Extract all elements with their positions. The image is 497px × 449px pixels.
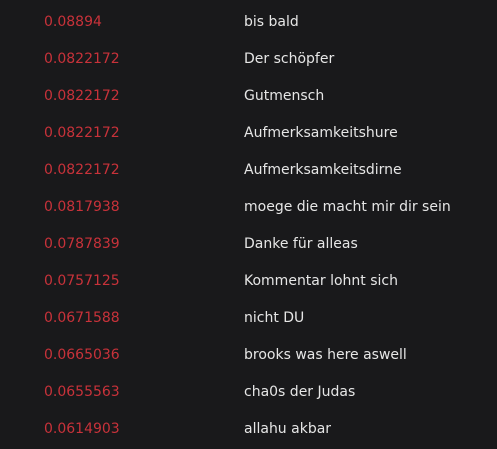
list-item: 0.0671588 nicht DU (0, 299, 497, 336)
item-text: Aufmerksamkeitsdirne (244, 161, 402, 178)
score-value: 0.0822172 (44, 124, 120, 141)
list-item: 0.0614903 allahu akbar (0, 410, 497, 447)
score-value: 0.0757125 (44, 272, 120, 289)
score-value: 0.08894 (44, 13, 102, 30)
score-value: 0.0671588 (44, 309, 120, 326)
list-item: 0.0822172 Der schöpfer (0, 40, 497, 77)
score-value: 0.0822172 (44, 50, 120, 67)
score-value: 0.0614903 (44, 420, 120, 437)
list-item: 0.0822172 Gutmensch (0, 77, 497, 114)
list-item: 0.0822172 Aufmerksamkeitsdirne (0, 151, 497, 188)
item-text: bis bald (244, 13, 299, 30)
list-item: 0.0817938 moege die macht mir dir sein (0, 188, 497, 225)
results-list: 0.08894 bis bald 0.0822172 Der schöpfer … (0, 0, 497, 449)
item-text: Aufmerksamkeitshure (244, 124, 398, 141)
score-value: 0.0787839 (44, 235, 120, 252)
list-item: 0.0665036 brooks was here aswell (0, 336, 497, 373)
list-item: 0.0822172 Aufmerksamkeitshure (0, 114, 497, 151)
item-text: moege die macht mir dir sein (244, 198, 451, 215)
item-text: Der schöpfer (244, 50, 335, 67)
list-item: 0.0787839 Danke für alleas (0, 225, 497, 262)
list-item: 0.08894 bis bald (0, 3, 497, 40)
item-text: cha0s der Judas (244, 383, 356, 400)
item-text: brooks was here aswell (244, 346, 407, 363)
score-value: 0.0665036 (44, 346, 120, 363)
score-value: 0.0822172 (44, 161, 120, 178)
item-text: Kommentar lohnt sich (244, 272, 398, 289)
list-item: 0.0655563 cha0s der Judas (0, 373, 497, 410)
item-text: allahu akbar (244, 420, 332, 437)
score-value: 0.0655563 (44, 383, 120, 400)
item-text: Danke für alleas (244, 235, 358, 252)
item-text: Gutmensch (244, 87, 325, 104)
score-value: 0.0817938 (44, 198, 120, 215)
item-text: nicht DU (244, 309, 305, 326)
list-item: 0.0757125 Kommentar lohnt sich (0, 262, 497, 299)
score-value: 0.0822172 (44, 87, 120, 104)
